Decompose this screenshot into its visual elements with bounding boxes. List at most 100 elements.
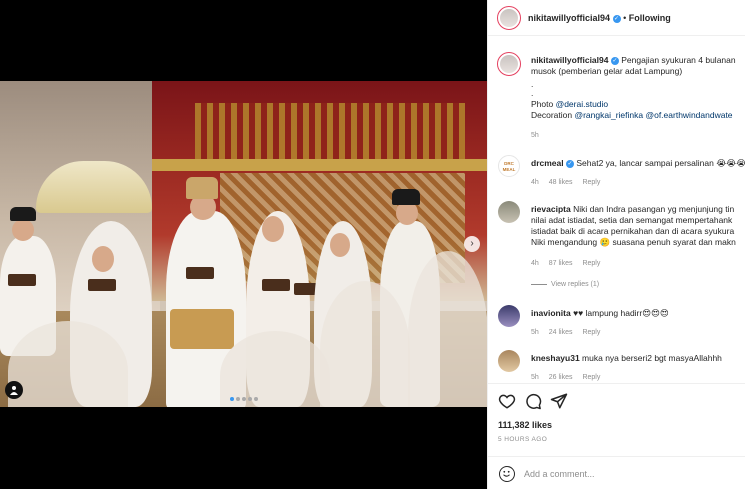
header-username[interactable]: nikitawillyofficial94 [528,13,610,23]
following-button[interactable]: Following [629,13,671,23]
caption-text: . [531,88,534,98]
comment-item: rievacipta Niki dan Indra pasangan yg me… [488,201,745,301]
post-actions: 111,382 likes 5 HOURS AGO [488,383,745,489]
emoji-icon[interactable] [499,466,515,482]
comment-likes[interactable]: 48 likes [549,179,573,186]
caption-decoration-label: Decoration [531,110,575,120]
comment-time: 5h [531,374,539,381]
post-time: 5 HOURS AGO [498,436,548,443]
photo-person-head [92,246,114,272]
header-avatar-ring[interactable] [497,6,521,30]
photo-book [88,279,116,291]
verified-icon: ✓ [610,56,619,65]
comment-meta: 5h 26 likes Reply [531,374,608,381]
reply-button[interactable]: Reply [582,329,600,336]
carousel-dot [241,397,246,401]
photo-person-headdress [186,177,218,199]
caption-text: musok (pemberian gelar adat Lampung) [531,66,683,76]
comment-likes[interactable]: 87 likes [549,260,573,267]
comment-meta: 4h 87 likes Reply [531,260,608,267]
photo-person-cap [392,189,420,205]
caption-decoration-credit: Decoration @rangkai_riefinka @of.earthwi… [531,110,733,121]
comment-text: ♥♥ lampung hadirr😍😍😍 [573,308,669,318]
caption-line: nikitawillyofficial94 ✓ Pengajian syukur… [531,55,736,66]
carousel-dot [253,397,258,401]
photo-foreground-guest [408,251,487,407]
comment-input[interactable] [524,465,724,483]
header-user-line: nikitawillyofficial94 ✓ • Following [528,13,671,23]
chevron-right-icon[interactable]: › [464,236,480,252]
photo-person-head [330,233,350,257]
comment-line: drcmeal ✓ Sehat2 ya, lancar sampai persa… [531,158,745,169]
avatar[interactable] [498,350,520,372]
avatar[interactable] [498,305,520,327]
comment-likes[interactable]: 24 likes [549,329,573,336]
view-replies-button[interactable]: View replies (1) [531,281,607,288]
comment-line: kneshayu31 muka nya berseri2 bgt masyaAl… [531,353,722,364]
header-separator: • [623,13,627,23]
post-header: nikitawillyofficial94 ✓ • Following [488,0,745,36]
comment-text: nilai adat istiadat, setia dan semangat … [531,215,733,225]
photo-person-head [12,219,34,241]
comment-item: DRC MEAL drcmeal ✓ Sehat2 ya, lancar sam… [488,155,745,195]
comment-meta: 4h 48 likes Reply [531,179,608,186]
carousel-dot [229,397,234,401]
caption-username[interactable]: nikitawillyofficial94 [531,55,608,65]
photo-tapestry-pattern [195,103,465,159]
comment-time: 4h [531,179,539,186]
comment-username[interactable]: drcmeal [531,158,564,168]
comment-username[interactable]: kneshayu31 [531,353,580,363]
comment-text: istiadat baik di acara pernikahan dan di… [531,226,735,236]
comment-icon[interactable] [524,392,542,410]
photo-book [186,267,214,279]
photo-book [8,274,36,286]
view-replies-label: View replies (1) [551,281,600,288]
reply-button[interactable]: Reply [582,374,600,381]
mention-link[interactable]: @derai.studio [556,99,609,109]
comment-meta: 5h 24 likes Reply [531,329,608,336]
verified-icon: ✓ [565,159,574,168]
post-photo[interactable] [0,81,487,407]
avatar [500,9,518,27]
comment-time: 5h [531,329,539,336]
reply-button[interactable]: Reply [582,179,600,186]
comment-text: Niki mengandung 🥲 suasana penuh syarat d… [531,237,736,247]
photo-tapis-cloth [170,309,234,349]
carousel-indicator [0,393,487,403]
heart-icon[interactable] [498,392,516,410]
avatar[interactable]: DRC MEAL [498,155,520,177]
comment-likes[interactable]: 26 likes [549,374,573,381]
comment-time: 4h [531,260,539,267]
comment-line: inavionita ♥♥ lampung hadirr😍😍😍 [531,308,669,319]
photo-person-head [262,216,284,242]
comment-text: muka nya berseri2 bgt masyaAllahhh [582,353,722,363]
photo-person-cap [10,207,36,221]
caption-photo-credit: Photo @derai.studio [531,99,608,110]
mention-link[interactable]: @rangkai_riefinka @of.earthwindandwate [574,110,732,120]
carousel-dot [235,397,240,401]
comment-line: rievacipta Niki dan Indra pasangan yg me… [531,204,734,215]
share-icon[interactable] [550,392,568,410]
photo-tapestry-band [152,159,487,171]
comment-text: Sehat2 ya, lancar sampai persalinan 😭😭😭 [576,158,745,168]
comment-item: kneshayu31 muka nya berseri2 bgt masyaAl… [488,350,745,382]
photo-book [262,279,290,291]
comment-username[interactable]: rievacipta [531,204,571,214]
comment-username[interactable]: inavionita [531,308,571,318]
carousel-dot [247,397,252,401]
comment-item: inavionita ♥♥ lampung hadirr😍😍😍 5h 24 li… [488,305,745,345]
add-comment-bar [488,456,745,489]
likes-count[interactable]: 111,382 likes [498,420,552,430]
reply-button[interactable]: Reply [582,260,600,267]
caption: nikitawillyofficial94 ✓ Pengajian syukur… [488,52,745,162]
comments-list[interactable]: nikitawillyofficial94 ✓ Pengajian syukur… [488,37,745,382]
caption-avatar-ring[interactable] [497,52,521,76]
post-panel: nikitawillyofficial94 ✓ • Following niki… [487,0,745,489]
avatar[interactable] [498,201,520,223]
caption-photo-label: Photo [531,99,556,109]
caption-text: Pengajian syukuran 4 bulanan [621,55,736,65]
post-media: › [0,0,487,489]
avatar [500,55,518,73]
caption-time: 5h [531,132,539,139]
comment-text: Niki dan Indra pasangan yg menjunjung ti… [573,204,735,214]
